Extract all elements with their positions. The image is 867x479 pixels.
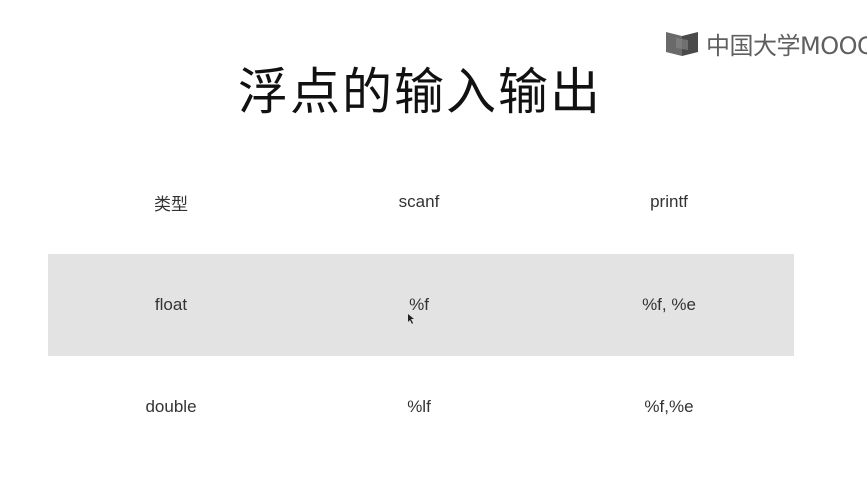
cell-type: float <box>154 295 188 314</box>
header-scanf: scanf <box>398 192 440 211</box>
cell-printf: %f,%e <box>644 397 694 416</box>
table-row: float %f %f, %e <box>48 254 794 356</box>
table-row: double %lf %f,%e <box>48 356 794 458</box>
slide: 中国大学MOOC 浮点的输入输出 类型 scanf printf float %… <box>0 0 867 479</box>
header-type: 类型 <box>154 194 188 214</box>
cell-scanf: %lf <box>407 397 431 416</box>
header-printf: printf <box>650 192 688 211</box>
table-header-row: 类型 scanf printf <box>48 150 794 254</box>
cell-scanf: %f <box>409 295 429 314</box>
slide-title: 浮点的输入输出 <box>238 63 602 121</box>
mouse-cursor-icon <box>408 314 414 324</box>
cell-printf: %f, %e <box>642 295 696 314</box>
format-table: 类型 scanf printf float %f %f, %e double %… <box>48 150 794 458</box>
cell-type: double <box>145 397 197 416</box>
